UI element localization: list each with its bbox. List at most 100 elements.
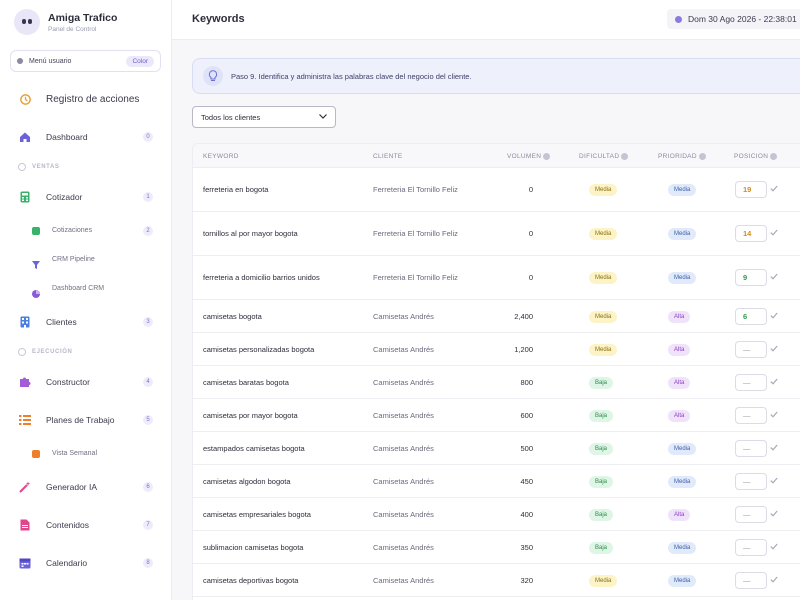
check-icon[interactable]	[770, 411, 778, 420]
sidebar-item-activity-log[interactable]: Registro de acciones	[0, 80, 171, 118]
check-icon[interactable]	[770, 185, 778, 194]
keyword-cell: camisetas por mayor bogota	[203, 410, 298, 420]
sidebar-subitem-vista-semanal[interactable]: Vista Semanal	[0, 439, 171, 468]
sidebar-item-planes-de-trabajo[interactable]: Planes de Trabajo 5	[0, 401, 171, 439]
column-header-client[interactable]: CLIENTE	[373, 153, 403, 160]
sidebar-item-contenidos[interactable]: Contenidos 7	[0, 506, 171, 544]
volume-cell: 0	[528, 273, 533, 282]
check-icon[interactable]	[770, 477, 778, 486]
position-input[interactable]: 14	[735, 225, 767, 242]
table-row[interactable]: sublimacion camisetas bogota Camisetas An…	[193, 531, 800, 564]
client-cell: Camisetas Andrés	[373, 509, 434, 519]
table-row[interactable]: camisetas empresariales bogota Camisetas …	[193, 498, 800, 531]
sidebar-item-generador-ia[interactable]: Generador IA 6	[0, 468, 171, 506]
column-header-volume[interactable]: VOLUMEN	[507, 153, 551, 160]
check-icon[interactable]	[770, 229, 778, 238]
position-input[interactable]: —	[735, 505, 767, 523]
position-input[interactable]: 9	[735, 269, 767, 286]
position-input[interactable]: —	[735, 439, 767, 457]
nav-count: 8	[143, 558, 153, 568]
check-icon[interactable]	[770, 576, 778, 585]
check-icon[interactable]	[770, 273, 778, 282]
position-input[interactable]: —	[735, 538, 767, 556]
client-cell: Camisetas Andrés	[373, 344, 434, 354]
client-cell: Ferreteria El Tornillo Feliz	[373, 229, 458, 238]
check-icon[interactable]	[770, 312, 778, 321]
table-row[interactable]: camisetas por mayor bogota Camisetas Andr…	[193, 399, 800, 432]
table-row[interactable]: camisetas personalizadas bogota Camisetas…	[193, 333, 800, 366]
volume-cell: 0	[528, 229, 533, 238]
check-icon[interactable]	[770, 444, 778, 453]
difficulty-badge: Baja	[589, 541, 614, 554]
sidebar-item-clientes[interactable]: Clientes 3	[0, 303, 171, 341]
info-icon[interactable]	[770, 153, 778, 160]
table-row[interactable]: camisetas baratas bogota Camisetas Andrés…	[193, 366, 800, 399]
check-icon[interactable]	[770, 345, 778, 354]
position-input[interactable]: —	[735, 571, 767, 589]
column-header-position[interactable]: POSICION	[734, 153, 778, 160]
difficulty-badge: Media	[589, 184, 618, 196]
banner-text: Paso 9. Identifica y administra las pala…	[231, 71, 472, 81]
keyword-cell: camisetas personalizadas bogota	[203, 344, 315, 354]
table-row[interactable]: camisetas deportivas bogota Camisetas And…	[193, 564, 800, 597]
sidebar-item-label: Cotizador	[46, 192, 83, 202]
volume-cell: 0	[528, 185, 533, 194]
keyword-cell: camisetas bogota	[203, 311, 262, 321]
column-label: POSICION	[734, 153, 769, 160]
position-input[interactable]: 19	[735, 181, 767, 198]
sidebar-subitem-cotizaciones[interactable]: Cotizaciones 2	[0, 216, 171, 245]
client-cell: Ferreteria El Tornillo Feliz	[373, 185, 458, 194]
sidebar-subitem-label: Cotizaciones	[52, 227, 93, 234]
keyword-cell: camisetas algodon bogota	[203, 476, 291, 486]
client-filter-select[interactable]: Todos los clientes	[192, 106, 336, 128]
brand-subtitle: Panel de Control	[48, 25, 97, 33]
column-header-difficulty[interactable]: DIFICULTAD	[579, 153, 629, 160]
section-ejecucion: EJECUCIÓN	[0, 341, 171, 363]
brand-avatar	[14, 9, 40, 35]
info-icon[interactable]	[621, 153, 629, 160]
section-icon	[18, 348, 26, 356]
calculator-icon	[18, 190, 32, 204]
check-icon[interactable]	[770, 510, 778, 519]
column-header-keyword[interactable]: KEYWORD	[203, 153, 239, 160]
building-icon	[18, 315, 32, 329]
table-row[interactable]: estampados camisetas bogota Camisetas And…	[193, 432, 800, 465]
brand-name: Amiga Trafico	[48, 11, 118, 24]
client-filter-value: Todos los clientes	[201, 112, 261, 122]
sidebar-item-constructor[interactable]: Constructor 4	[0, 363, 171, 401]
sidebar-item-calendario[interactable]: Calendario 8	[0, 544, 171, 582]
info-icon[interactable]	[543, 153, 551, 160]
position-input[interactable]: —	[735, 373, 767, 391]
volume-cell: 320	[520, 575, 533, 585]
section-ventas: VENTAS	[0, 156, 171, 178]
table-row[interactable]: tornillos al por mayor bogota Ferreteria …	[193, 212, 800, 256]
priority-badge: Media	[668, 442, 697, 455]
sidebar-subitem-crm-pipeline[interactable]: CRM Pipeline	[0, 245, 171, 274]
sidebar-subitem-label: CRM Pipeline	[52, 256, 95, 263]
position-input[interactable]: —	[735, 472, 767, 490]
list-icon	[18, 413, 32, 427]
section-label: VENTAS	[32, 164, 60, 170]
table-row[interactable]: camisetas algodon bogota Camisetas Andrés…	[193, 465, 800, 498]
position-input[interactable]: —	[735, 406, 767, 424]
clock-icon	[675, 15, 682, 23]
check-icon[interactable]	[770, 378, 778, 387]
position-input[interactable]: —	[735, 340, 767, 358]
sidebar-item-cotizador[interactable]: Cotizador 1	[0, 178, 171, 216]
datetime-display: Dom 30 Ago 2026 - 22:38:01	[667, 9, 800, 29]
column-header-priority[interactable]: PRIORIDAD	[658, 153, 706, 160]
table-row[interactable]: ferreteria a domicilio barrios unidos Fer…	[193, 256, 800, 300]
table-row[interactable]: ferreteria en bogota Ferreteria El Tornil…	[193, 168, 800, 212]
sidebar-item-dashboard[interactable]: Dashboard 0	[0, 118, 171, 156]
color-pill[interactable]: Color	[126, 55, 154, 67]
info-icon[interactable]	[698, 153, 706, 160]
keyword-cell: camisetas deportivas bogota	[203, 575, 299, 585]
brand[interactable]: Amiga Trafico Panel de Control	[0, 0, 171, 44]
check-icon[interactable]	[770, 543, 778, 552]
file-icon	[18, 518, 32, 532]
volume-cell: 1,200	[514, 344, 533, 354]
sidebar-subitem-dashboard-crm[interactable]: Dashboard CRM	[0, 274, 171, 303]
table-row[interactable]: camisetas bogota Camisetas Andrés 2,400 Med…	[193, 300, 800, 333]
position-input[interactable]: 6	[735, 307, 767, 325]
user-menu[interactable]: Menú usuario Color	[10, 50, 161, 72]
